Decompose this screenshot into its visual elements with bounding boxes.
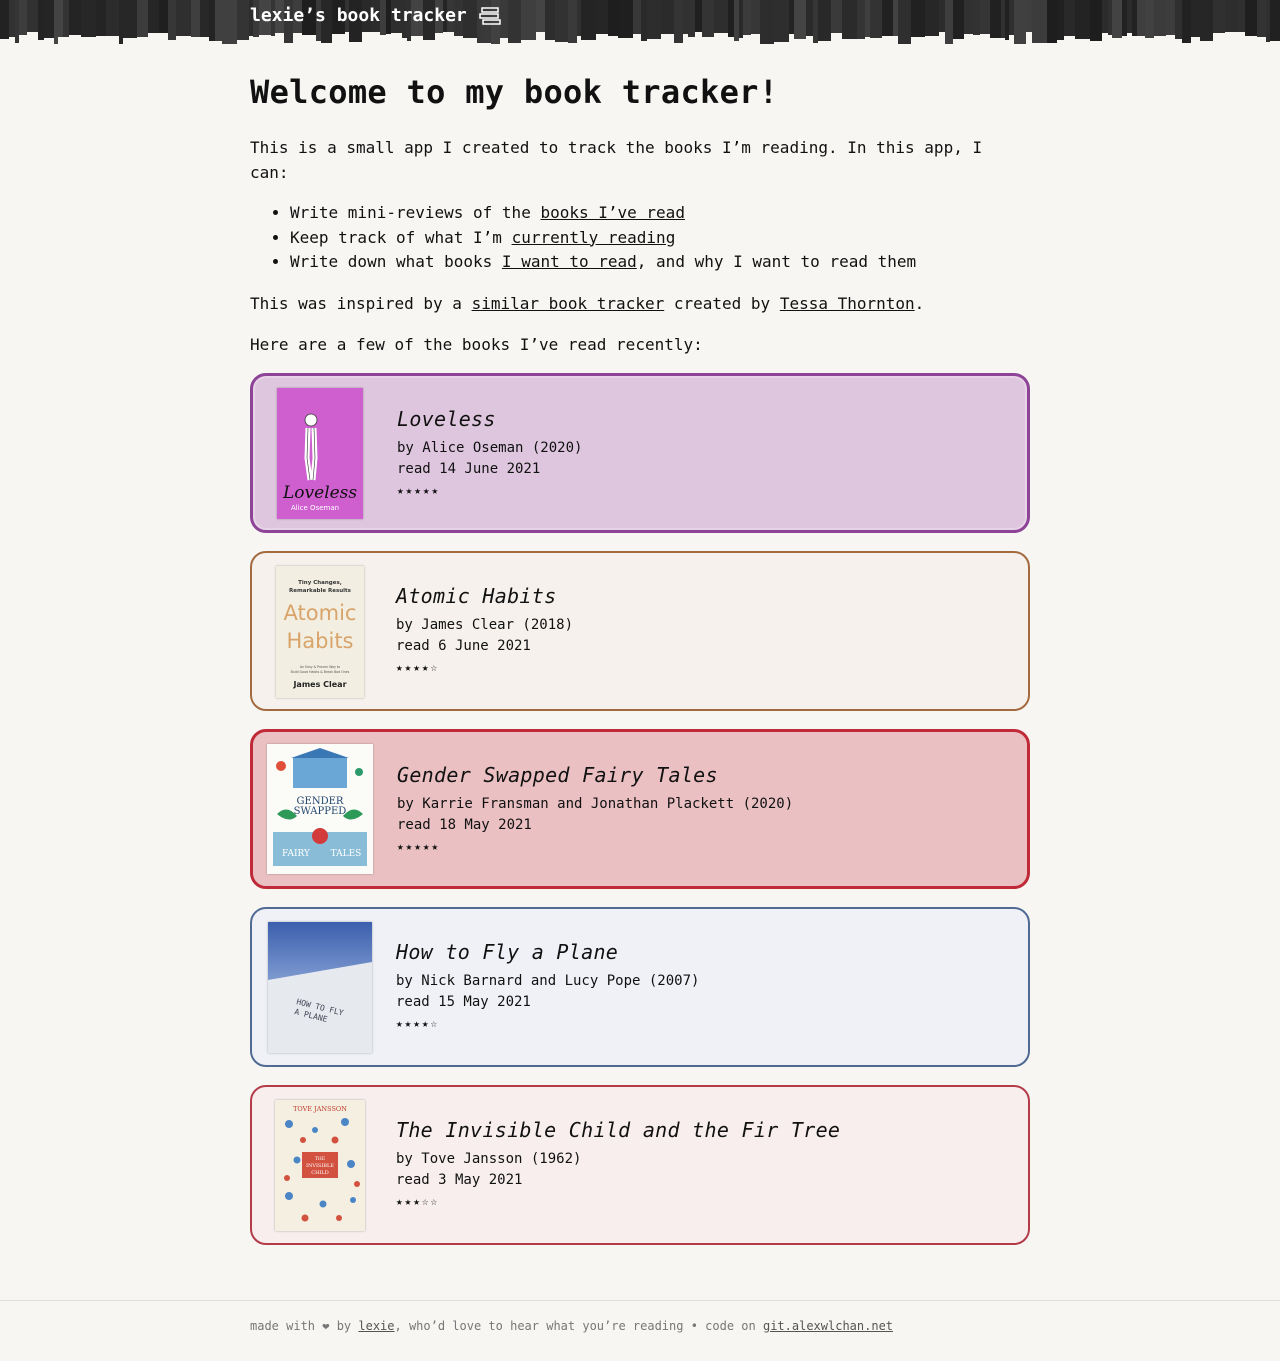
books-read-link[interactable]: books I’ve read: [540, 203, 685, 222]
book-title[interactable]: Loveless: [397, 406, 582, 432]
svg-text:CHILD: CHILD: [311, 1170, 329, 1176]
book-cover-the-invisible-child[interactable]: TOVE JANSSON THE INVISIBLE CHILD: [275, 1099, 365, 1231]
svg-text:TOVE JANSSON: TOVE JANSSON: [293, 1105, 347, 1113]
similar-book-tracker-link[interactable]: similar book tracker: [472, 294, 665, 313]
intro-paragraph: This is a small app I created to track t…: [250, 138, 983, 182]
book-author: by Alice Oseman (2020): [397, 439, 583, 456]
list-item: Keep track of what I’m currently reading: [290, 226, 1030, 251]
currently-reading-link[interactable]: currently reading: [512, 228, 676, 247]
header-banner: [0, 0, 1280, 44]
book-read-date: read 3 May 2021: [396, 1171, 523, 1188]
svg-text:INVISIBLE: INVISIBLE: [306, 1163, 334, 1169]
book-read-date: read 18 May 2021: [397, 816, 532, 833]
book-card[interactable]: Loveless Alice Oseman Loveless by Alice …: [250, 372, 1030, 533]
svg-text:Alice Oseman: Alice Oseman: [291, 504, 339, 512]
book-info: How to Fly a Plane by Nick Barnard and L…: [396, 939, 699, 1035]
page-title: Welcome to my book tracker!: [250, 73, 779, 111]
book-info: The Invisible Child and the Fir Tree by …: [396, 1117, 840, 1213]
svg-text:Remarkable Results: Remarkable Results: [289, 588, 352, 594]
book-card[interactable]: GENDER SWAPPED FAIRY TALES Gender Swappe…: [250, 728, 1030, 889]
book-info: Gender Swapped Fairy Tales by Karrie Fra…: [397, 762, 793, 858]
book-card[interactable]: Tiny Changes, Remarkable Results Atomic …: [250, 550, 1030, 711]
list-item: Write down what books I want to read, an…: [290, 250, 1030, 275]
star-rating: ★★★★★: [397, 483, 441, 497]
site-title-link[interactable]: lexie’s book tracker: [250, 5, 503, 26]
inspired-paragraph: This was inspired by a similar book trac…: [250, 293, 925, 313]
book-read-date: read 15 May 2021: [396, 993, 531, 1010]
site-footer: made with ❤ by lexie, who’d love to hear…: [0, 1300, 1280, 1335]
books-icon: [479, 6, 501, 25]
book-cover-gender-swapped-fairy-tales[interactable]: GENDER SWAPPED FAIRY TALES: [267, 743, 373, 874]
book-author: by James Clear (2018): [396, 616, 574, 633]
svg-text:SWAPPED: SWAPPED: [294, 806, 347, 817]
book-title[interactable]: Gender Swapped Fairy Tales: [397, 762, 793, 788]
site-header: lexie’s book tracker: [0, 0, 1280, 46]
site-title: lexie’s book tracker: [250, 5, 467, 26]
main-content: Welcome to my book tracker! This is a sm…: [250, 70, 1030, 1263]
book-title[interactable]: The Invisible Child and the Fir Tree: [396, 1117, 840, 1143]
book-read-date: read 14 June 2021: [397, 460, 541, 477]
book-cover-atomic-habits[interactable]: Tiny Changes, Remarkable Results Atomic …: [276, 565, 364, 698]
book-list: Loveless Alice Oseman Loveless by Alice …: [250, 372, 1030, 1245]
book-info: Loveless by Alice Oseman (2020) read 14 …: [397, 406, 582, 502]
list-item: Write mini-reviews of the books I’ve rea…: [290, 201, 1030, 226]
footer-text: made with ❤ by lexie, who’d love to hear…: [250, 1319, 894, 1333]
svg-text:FAIRY: FAIRY: [282, 849, 311, 859]
svg-text:Build Good Habits & Break Bad: Build Good Habits & Break Bad Ones: [291, 670, 350, 674]
book-card[interactable]: HOW TO FLY A PLANE How to Fly a Plane by…: [250, 906, 1030, 1067]
book-cover-loveless[interactable]: Loveless Alice Oseman: [277, 387, 363, 519]
book-read-date: read 6 June 2021: [396, 637, 531, 654]
star-rating: ★★★★☆: [396, 660, 440, 674]
svg-text:Tiny Changes,: Tiny Changes,: [298, 580, 342, 586]
star-rating: ★★★☆☆: [396, 1194, 440, 1208]
book-info: Atomic Habits by James Clear (2018) read…: [396, 583, 573, 679]
git-link[interactable]: git.alexwlchan.net: [763, 1319, 893, 1333]
recent-books-label: Here are a few of the books I’ve read re…: [250, 334, 703, 354]
lexie-link[interactable]: lexie: [358, 1319, 394, 1333]
book-card[interactable]: TOVE JANSSON THE INVISIBLE CHILD The Inv…: [250, 1084, 1030, 1245]
book-title[interactable]: How to Fly a Plane: [396, 939, 699, 965]
book-author: by Nick Barnard and Lucy Pope (2007): [396, 972, 700, 989]
tessa-thornton-link[interactable]: Tessa Thornton: [780, 294, 915, 313]
svg-text:James Clear: James Clear: [292, 680, 346, 689]
book-author: by Tove Jansson (1962): [396, 1150, 582, 1167]
book-title[interactable]: Atomic Habits: [396, 583, 573, 609]
star-rating: ★★★★☆: [396, 1016, 440, 1030]
svg-text:Loveless: Loveless: [282, 483, 357, 503]
want-to-read-link[interactable]: I want to read: [502, 252, 637, 271]
svg-text:Atomic: Atomic: [284, 601, 357, 625]
svg-text:Habits: Habits: [287, 629, 354, 653]
svg-text:An Easy & Proven Way to: An Easy & Proven Way to: [300, 665, 340, 669]
book-author: by Karrie Fransman and Jonathan Plackett…: [397, 795, 794, 812]
svg-text:TALES: TALES: [331, 849, 362, 859]
svg-text:THE: THE: [315, 1156, 325, 1162]
book-cover-how-to-fly-a-plane[interactable]: HOW TO FLY A PLANE: [268, 921, 372, 1053]
feature-list: Write mini-reviews of the books I’ve rea…: [250, 201, 1030, 275]
star-rating: ★★★★★: [397, 839, 441, 853]
